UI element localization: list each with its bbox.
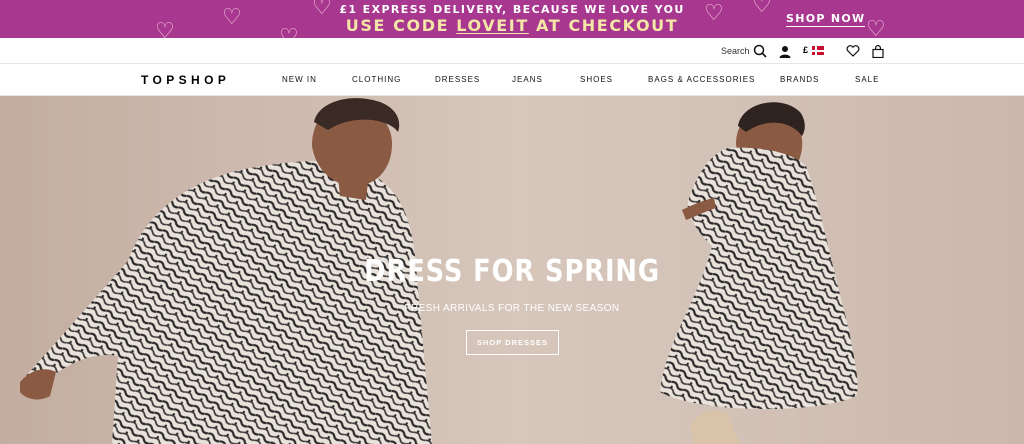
nav-item-new-in[interactable]: NEW IN — [282, 75, 317, 84]
topshop-logo[interactable]: TOPSHOP — [141, 73, 230, 87]
nav-item-jeans[interactable]: JEANS — [512, 75, 543, 84]
main-nav: TOPSHOP NEW IN CLOTHING DRESSES JEANS SH… — [0, 64, 1024, 96]
promo-code: LOVEIT — [456, 16, 529, 35]
promo-banner: ♡ ♡ ♡ ♡ ♡ ♡ ♡ £1 EXPRESS DELIVERY, BECAU… — [0, 0, 1024, 38]
nav-item-shoes[interactable]: SHOES — [580, 75, 613, 84]
promo-text-prefix: USE CODE — [345, 16, 457, 35]
hero-title: DRESS FOR SPRING — [364, 254, 660, 289]
shop-dresses-button[interactable]: SHOP DRESSES — [466, 330, 559, 355]
shop-now-link[interactable]: SHOP NOW — [786, 12, 866, 27]
nav-item-clothing[interactable]: CLOTHING — [352, 75, 401, 84]
promo-line-2: USE CODE LOVEIT AT CHECKOUT — [0, 16, 1024, 35]
nav-item-sale[interactable]: SALE — [855, 75, 879, 84]
hero-banner[interactable]: DRESS FOR SPRING FRESH ARRIVALS FOR THE … — [0, 96, 1024, 444]
utility-bar: Search £ — [0, 38, 1024, 64]
denmark-flag-icon[interactable] — [812, 46, 824, 55]
account-icon[interactable] — [778, 43, 792, 59]
promo-line-1: £1 EXPRESS DELIVERY, BECAUSE WE LOVE YOU — [339, 3, 685, 16]
hero-subtitle: FRESH ARRIVALS FOR THE NEW SEASON — [404, 303, 620, 314]
nav-item-bags-accessories[interactable]: BAGS & ACCESSORIES — [648, 75, 755, 84]
wishlist-heart-icon[interactable] — [846, 43, 860, 59]
search-icon[interactable] — [752, 43, 768, 59]
currency-symbol[interactable]: £ — [803, 45, 808, 55]
search-label[interactable]: Search — [721, 46, 750, 56]
bag-icon[interactable] — [871, 43, 885, 59]
nav-item-brands[interactable]: BRANDS — [780, 75, 819, 84]
promo-text-suffix: AT CHECKOUT — [528, 16, 679, 35]
nav-item-dresses[interactable]: DRESSES — [435, 75, 480, 84]
